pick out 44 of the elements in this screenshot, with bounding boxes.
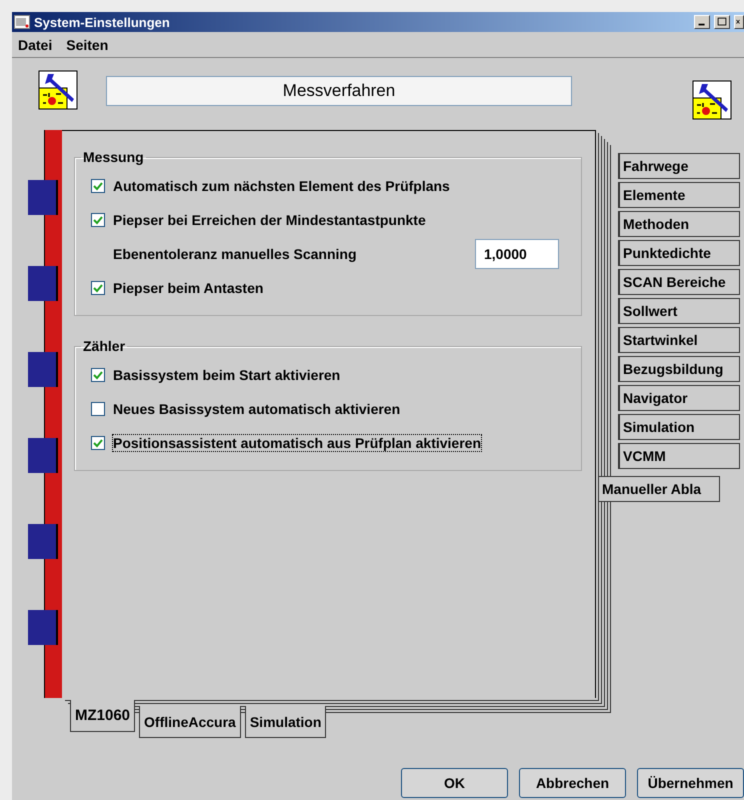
bottom-tab[interactable]: OfflineAccura <box>139 706 241 738</box>
group-label: Zähler <box>82 338 126 354</box>
close-icon[interactable] <box>734 15 744 29</box>
checkbox[interactable] <box>91 436 105 450</box>
dialog-button[interactable]: Übernehmen <box>637 768 744 798</box>
checkbox-label[interactable]: Piepser bei Erreichen der Mindestantastpunkte <box>113 212 426 228</box>
side-tab[interactable]: Navigator <box>618 385 740 411</box>
group-label: Messung <box>82 149 145 165</box>
wrench-settings-icon <box>38 70 78 110</box>
side-tab[interactable]: Punktedichte <box>618 240 740 266</box>
field-label: Ebenentoleranz manuelles Scanning <box>113 246 358 262</box>
dialog-button[interactable]: Abbrechen <box>519 768 626 798</box>
number-field[interactable]: 1,0000 <box>475 239 559 269</box>
checkbox-label[interactable]: Piepser beim Antasten <box>113 280 264 296</box>
side-tab[interactable]: Manueller Abla <box>598 476 720 502</box>
side-tab[interactable]: Bezugsbildung <box>618 356 740 382</box>
checkbox[interactable] <box>91 213 105 227</box>
wrench-settings-icon <box>692 80 732 120</box>
side-tab[interactable]: VCMM <box>618 443 740 469</box>
page-title: Messverfahren <box>106 76 572 106</box>
bottom-tab[interactable]: MZ1060 <box>70 700 136 732</box>
checkbox-label[interactable]: Automatisch zum nächsten Element des Prüfplans <box>113 178 450 194</box>
side-tab[interactable]: SCAN Bereiche <box>618 269 740 295</box>
checkbox[interactable] <box>91 179 105 193</box>
checkbox-label[interactable]: Basissystem beim Start aktivieren <box>113 367 340 383</box>
minimize-icon[interactable] <box>694 15 710 29</box>
menu-item[interactable]: Seiten <box>66 36 108 52</box>
side-tab[interactable]: Methoden <box>618 211 740 237</box>
side-tab[interactable]: Fahrwege <box>618 153 740 179</box>
window-title: System-Einstellungen <box>34 14 171 30</box>
checkbox[interactable] <box>91 368 105 382</box>
maximize-icon[interactable] <box>714 15 730 29</box>
checkbox[interactable] <box>91 281 105 295</box>
dialog-button[interactable]: OK <box>401 768 508 798</box>
window-icon <box>14 15 30 29</box>
checkbox[interactable] <box>91 402 105 416</box>
side-tab[interactable]: Elemente <box>618 182 740 208</box>
side-tab[interactable]: Sollwert <box>618 298 740 324</box>
bottom-tab[interactable]: Simulation <box>244 706 326 738</box>
side-tab[interactable]: Simulation <box>618 414 740 440</box>
menu-item[interactable]: Datei <box>18 36 52 52</box>
side-tab[interactable]: Startwinkel <box>618 327 740 353</box>
checkbox-label[interactable]: Neues Basissystem automatisch aktivieren <box>113 401 400 417</box>
checkbox-label[interactable]: Positionsassistent automatisch aus Prüfplan aktivieren <box>113 435 481 451</box>
